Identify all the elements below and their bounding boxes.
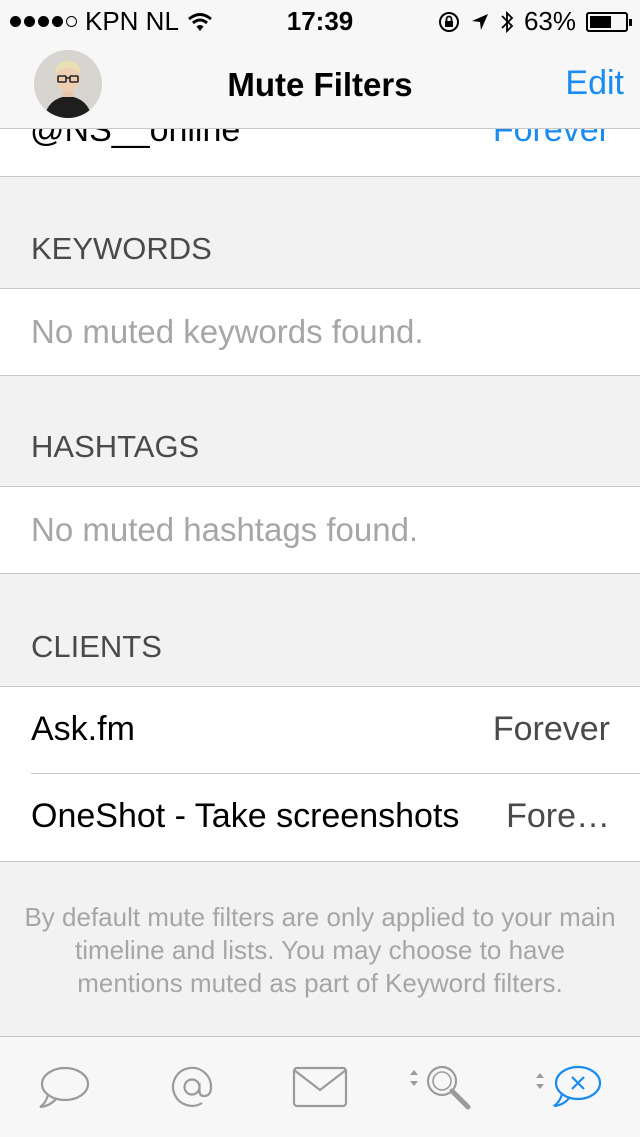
edit-button[interactable]: Edit [565,64,624,103]
section-header-keywords: KEYWORDS [31,231,212,266]
clients-group: Ask.fm Forever OneShot - Take screenshot… [0,686,640,862]
tab-bar [0,1036,640,1137]
mentions-at-icon [171,1066,213,1107]
client-name: OneShot - Take screenshots [31,797,460,835]
client-mute-duration[interactable]: Fore… [506,797,610,836]
client-mute-duration[interactable]: Forever [493,710,610,749]
list-item[interactable]: @NS__online Forever [0,129,640,177]
battery-percent: 63% [523,6,576,36]
battery-fill [590,15,612,28]
timeline-bubble-icon [39,1066,90,1109]
tab-messages[interactable] [280,1057,360,1117]
mute-filters-list[interactable]: @NS__online Forever KEYWORDS No muted ke… [0,129,640,1036]
page-title: Mute Filters [227,66,413,103]
hashtags-empty-message: No muted hashtags found. [31,511,419,548]
navigation-bar: Mute Filters Edit [0,40,640,129]
tab-mute-filters[interactable] [530,1057,610,1117]
messages-envelope-icon [292,1066,348,1108]
client-row-oneshot[interactable]: OneShot - Take screenshots Fore… [0,774,640,861]
status-right: 63% [438,6,632,37]
client-row-askfm[interactable]: Ask.fm Forever [0,687,640,774]
tab-timeline[interactable] [24,1057,104,1117]
location-arrow-icon [471,13,488,30]
keywords-group: No muted keywords found. [0,288,640,376]
tab-search[interactable] [402,1057,482,1117]
status-bar: KPN NL 17:39 63% [0,0,640,40]
section-header-clients: CLIENTS [31,629,162,664]
keywords-empty-message: No muted keywords found. [31,313,424,350]
mute-filters-explanation: By default mute filters are only applied… [24,902,616,998]
mute-duration[interactable]: Forever [493,129,610,150]
muted-user-name: @NS__online [30,129,241,149]
bluetooth-icon [501,10,514,33]
tab-mentions[interactable] [152,1057,232,1117]
battery-icon [586,11,632,32]
section-header-hashtags: HASHTAGS [31,429,200,464]
search-magnifier-icon [410,1065,471,1110]
client-name: Ask.fm [31,710,135,748]
rotation-lock-icon [438,11,459,32]
mute-filters-icon [536,1065,602,1108]
hashtags-group: No muted hashtags found. [0,486,640,574]
